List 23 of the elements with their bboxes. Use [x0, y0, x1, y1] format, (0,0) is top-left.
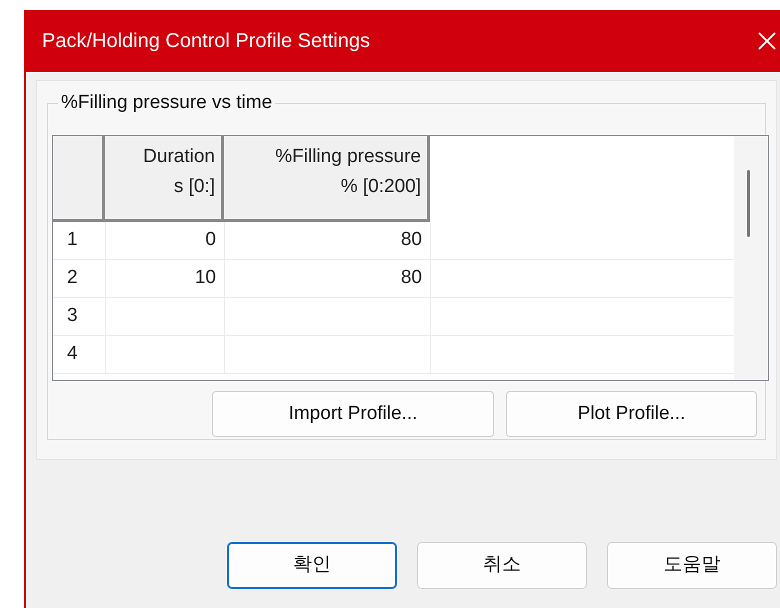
- column-header[interactable]: Duration s [0:]: [105, 136, 224, 222]
- header-text: % [0:200]: [340, 175, 421, 199]
- row-header: 4: [66, 342, 79, 366]
- dialog-button[interactable]: 취소: [417, 542, 587, 589]
- header-text: Duration: [143, 145, 215, 169]
- table-cell[interactable]: 80: [224, 260, 430, 297]
- table-cell[interactable]: 0: [105, 222, 224, 259]
- group-title: %Filling pressure vs time: [58, 92, 276, 114]
- row-header: 2: [66, 266, 79, 290]
- row-header: 1: [66, 228, 79, 252]
- scrollbar[interactable]: [734, 136, 768, 380]
- column-header[interactable]: %Filling pressure % [0:200]: [224, 136, 430, 222]
- header-text: %Filling pressure: [275, 145, 421, 169]
- dialog-button[interactable]: 도움말: [607, 542, 777, 589]
- scrollbar-thumb[interactable]: [747, 170, 750, 237]
- table-cell[interactable]: 10: [105, 260, 224, 297]
- profile-button[interactable]: Plot Profile...: [506, 391, 757, 437]
- table-cell[interactable]: 80: [224, 222, 430, 259]
- window-title: Pack/Holding Control Profile Settings: [42, 29, 370, 54]
- dialog-button[interactable]: 확인: [227, 542, 397, 589]
- row-header: 3: [66, 304, 79, 328]
- header-text: s [0:]: [174, 175, 215, 199]
- profile-button[interactable]: Import Profile...: [212, 391, 494, 437]
